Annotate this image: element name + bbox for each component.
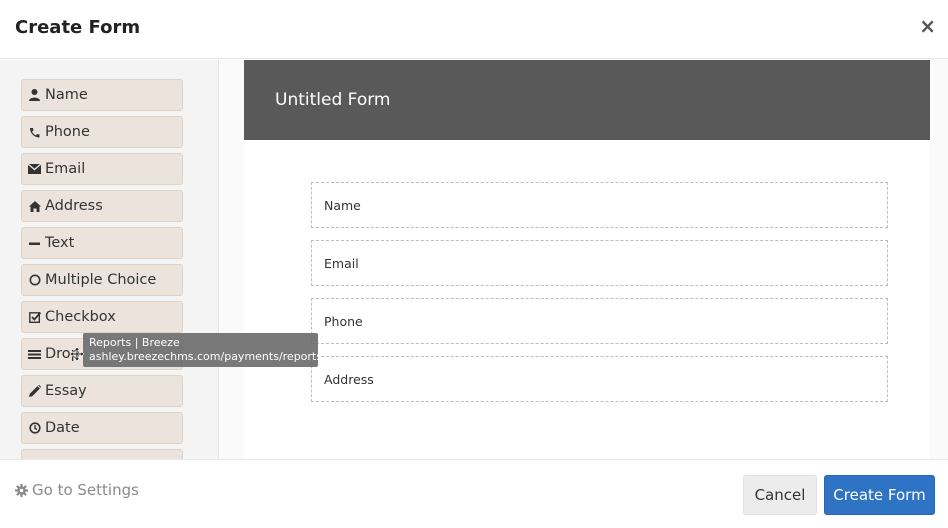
tooltip-url: ashley.breezechms.com/payments/reports bbox=[89, 350, 322, 363]
field-button-label: Text bbox=[45, 235, 75, 251]
field-button-label: Essay bbox=[45, 383, 87, 399]
dialog-footer: Go to Settings Cancel Create Form bbox=[0, 459, 948, 528]
gear-icon bbox=[15, 483, 28, 497]
phone-icon bbox=[28, 126, 41, 139]
form-canvas: Untitled Form Name Email Phone Address bbox=[220, 60, 948, 459]
form-field-email[interactable]: Email bbox=[311, 240, 888, 286]
checkbox-icon bbox=[28, 311, 41, 324]
field-button-checkbox[interactable]: Checkbox bbox=[21, 301, 183, 333]
dialog-title: Create Form bbox=[15, 17, 141, 38]
field-button-address[interactable]: Address bbox=[21, 190, 183, 222]
field-button-name[interactable]: Name bbox=[21, 79, 183, 111]
form-field-address[interactable]: Address bbox=[311, 356, 888, 402]
field-button-phone[interactable]: Phone bbox=[21, 116, 183, 148]
field-button-date[interactable]: Date bbox=[21, 412, 183, 444]
radio-icon bbox=[28, 274, 41, 287]
field-button-multiple-choice[interactable]: Multiple Choice bbox=[21, 264, 183, 296]
field-button-label: Date bbox=[45, 420, 80, 436]
field-button-label: Email bbox=[45, 161, 86, 177]
envelope-icon bbox=[28, 163, 41, 176]
home-icon bbox=[28, 200, 41, 213]
tooltip-title: Reports | Breeze bbox=[89, 336, 180, 349]
field-button-next[interactable] bbox=[21, 449, 183, 459]
field-button-label: Address bbox=[45, 198, 103, 214]
form-field-name[interactable]: Name bbox=[311, 182, 888, 228]
create-form-button[interactable]: Create Form bbox=[824, 475, 935, 515]
settings-label: Go to Settings bbox=[32, 481, 139, 499]
form-title[interactable]: Untitled Form bbox=[275, 90, 390, 110]
form-header: Untitled Form bbox=[244, 60, 930, 140]
list-icon bbox=[28, 348, 41, 361]
link-tooltip: Reports | Breeze ashley.breezechms.com/p… bbox=[83, 333, 322, 367]
field-button-text[interactable]: Text bbox=[21, 227, 183, 259]
field-button-label: Phone bbox=[45, 124, 90, 140]
clock-icon bbox=[28, 422, 41, 435]
form-field-phone[interactable]: Phone bbox=[311, 298, 888, 344]
field-button-essay[interactable]: Essay bbox=[21, 375, 183, 407]
field-button-label: Checkbox bbox=[45, 309, 116, 325]
field-button-label: Name bbox=[45, 87, 88, 103]
form-preview: Untitled Form Name Email Phone Address bbox=[244, 60, 930, 459]
dialog-header: Create Form × bbox=[0, 0, 948, 59]
pencil-icon bbox=[28, 385, 41, 398]
move-cursor-icon bbox=[69, 346, 85, 365]
close-icon[interactable]: × bbox=[919, 14, 936, 38]
user-icon bbox=[28, 89, 41, 102]
minus-icon bbox=[28, 237, 41, 250]
field-palette: Name Phone Email Address Text Multiple C… bbox=[0, 60, 219, 459]
field-button-email[interactable]: Email bbox=[21, 153, 183, 185]
cancel-button[interactable]: Cancel bbox=[743, 475, 817, 515]
go-to-settings-link[interactable]: Go to Settings bbox=[15, 481, 139, 499]
field-button-label: Multiple Choice bbox=[45, 272, 157, 288]
